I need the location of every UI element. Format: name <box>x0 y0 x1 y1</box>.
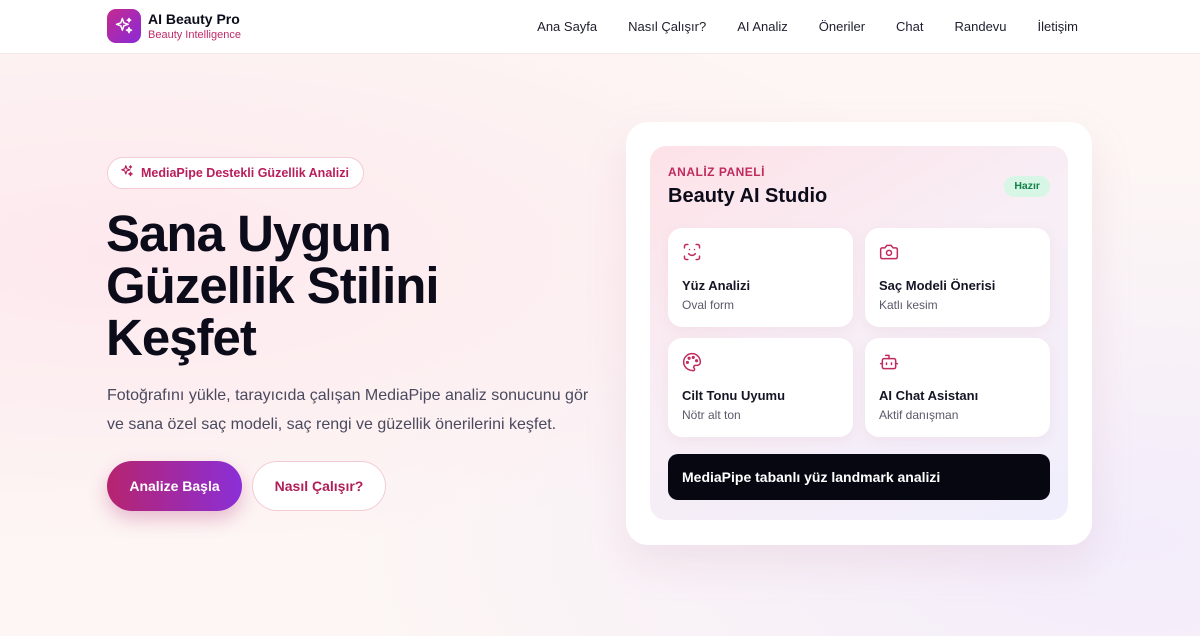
feature-subtitle: Katlı kesim <box>879 298 938 312</box>
analysis-panel: ANALİZ PANELİ Beauty AI Studio Hazır Yüz… <box>650 146 1068 520</box>
brand-subtitle: Beauty Intelligence <box>148 29 241 41</box>
brand[interactable]: AI Beauty Pro Beauty Intelligence <box>107 9 241 43</box>
analysis-panel-card: ANALİZ PANELİ Beauty AI Studio Hazır Yüz… <box>626 122 1092 545</box>
camera-icon <box>879 242 899 262</box>
status-badge: Hazır <box>1004 176 1050 197</box>
hero-title-line-2: Güzellik Stilini <box>106 257 440 314</box>
feature-subtitle: Oval form <box>682 298 735 312</box>
nav-link-iletisim[interactable]: İletişim <box>1038 19 1078 34</box>
navbar: AI Beauty Pro Beauty Intelligence Ana Sa… <box>0 0 1200 54</box>
palette-icon <box>682 352 702 372</box>
feature-title: Saç Modeli Önerisi <box>879 278 996 293</box>
feature-title: Yüz Analizi <box>682 278 751 293</box>
nav-link-nasil-calisir[interactable]: Nasıl Çalışır? <box>628 19 706 34</box>
feature-card-face-analysis[interactable]: Yüz Analizi Oval form <box>668 228 853 327</box>
nav-link-chat[interactable]: Chat <box>896 19 923 34</box>
feature-card-skin-tone[interactable]: Cilt Tonu Uyumu Nötr alt ton <box>668 338 853 437</box>
feature-card-ai-chat[interactable]: AI Chat Asistanı Aktif danışman <box>865 338 1050 437</box>
feature-subtitle: Nötr alt ton <box>682 408 741 422</box>
sparkles-icon <box>107 9 141 43</box>
nav-link-randevu[interactable]: Randevu <box>955 19 1007 34</box>
hero-title-line-1: Sana Uygun <box>106 205 392 262</box>
panel-title: Beauty AI Studio <box>668 185 828 207</box>
sparkles-icon <box>120 164 134 183</box>
main-nav: Ana Sayfa Nasıl Çalışır? AI Analiz Öneri… <box>537 19 1078 34</box>
face-scan-icon <box>682 242 702 262</box>
robot-icon <box>879 352 899 372</box>
how-it-works-button[interactable]: Nasıl Çalışır? <box>252 461 386 511</box>
feature-title: AI Chat Asistanı <box>879 388 979 403</box>
landmark-analysis-bar[interactable]: MediaPipe tabanlı yüz landmark analizi <box>668 454 1050 500</box>
hero-title: Sana Uygun Güzellik Stilini Keşfet <box>106 208 626 364</box>
nav-link-ai-analiz[interactable]: AI Analiz <box>737 19 788 34</box>
nav-link-oneriler[interactable]: Öneriler <box>819 19 865 34</box>
feature-card-hair-style[interactable]: Saç Modeli Önerisi Katlı kesim <box>865 228 1050 327</box>
hero-description: Fotoğrafını yükle, tarayıcıda çalışan Me… <box>107 387 589 433</box>
hero-badge: MediaPipe Destekli Güzellik Analizi <box>107 157 364 189</box>
start-analysis-button[interactable]: Analize Başla <box>107 461 242 511</box>
panel-label: ANALİZ PANELİ <box>668 165 765 179</box>
feature-subtitle: Aktif danışman <box>879 408 959 422</box>
hero-badge-text: MediaPipe Destekli Güzellik Analizi <box>141 166 349 180</box>
nav-link-ana-sayfa[interactable]: Ana Sayfa <box>537 19 597 34</box>
brand-name: AI Beauty Pro <box>148 11 240 27</box>
feature-title: Cilt Tonu Uyumu <box>682 388 786 403</box>
hero-title-line-3: Keşfet <box>106 309 257 366</box>
